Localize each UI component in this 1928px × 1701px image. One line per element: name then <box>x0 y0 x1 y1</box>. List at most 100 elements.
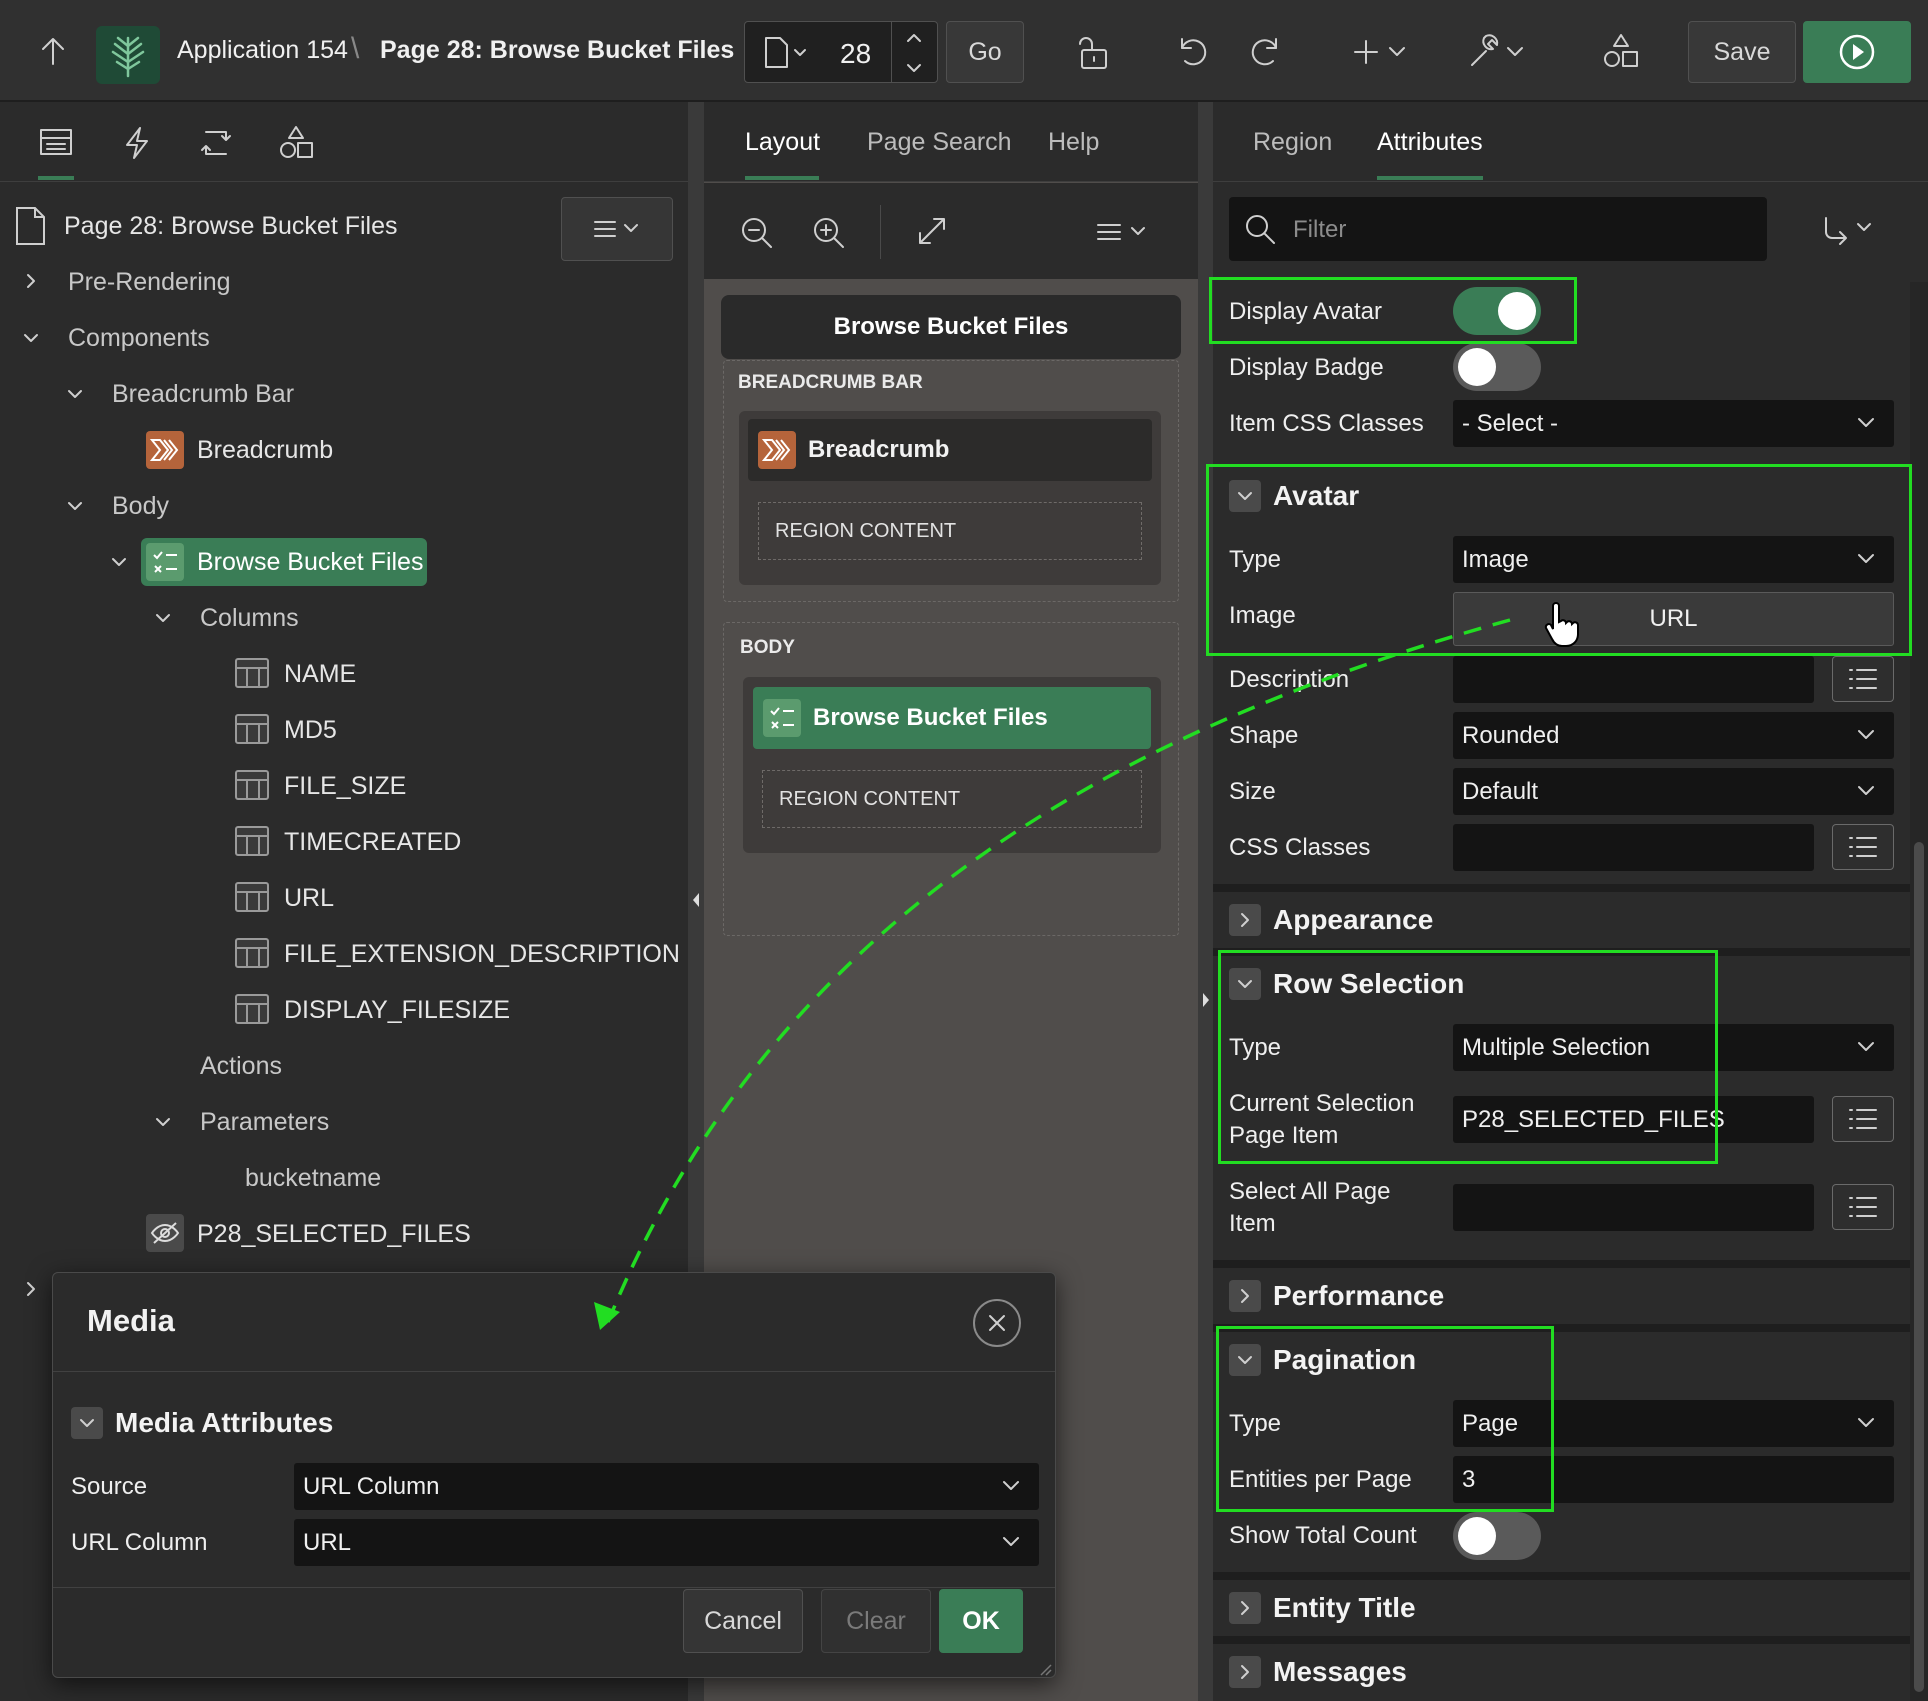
shared-components-tab-icon[interactable] <box>278 124 314 160</box>
tree-column-item[interactable]: FILE_SIZE <box>284 772 406 801</box>
chevron-right-icon[interactable] <box>24 1280 38 1298</box>
tree-column-item[interactable]: DISPLAY_FILESIZE <box>284 996 510 1025</box>
collapse-media-attributes-button[interactable] <box>71 1407 103 1439</box>
column-icon <box>235 770 269 800</box>
utilities-wrench-icon[interactable] <box>1464 32 1528 70</box>
stepper-icon[interactable] <box>905 30 923 76</box>
undo-icon[interactable] <box>1176 34 1210 68</box>
tree-browse-bucket-files-selected[interactable]: Browse Bucket Files <box>141 538 427 586</box>
tree-column-item[interactable]: TIMECREATED <box>284 828 461 857</box>
run-page-button[interactable] <box>1803 21 1911 83</box>
tab-help[interactable]: Help <box>1048 128 1099 157</box>
tree-breadcrumb[interactable]: Breadcrumb <box>197 436 333 465</box>
rendering-tab-icon[interactable] <box>38 126 74 158</box>
entity-title-section-title[interactable]: Entity Title <box>1273 1592 1416 1624</box>
column-icon <box>235 826 269 856</box>
go-to-group-icon[interactable] <box>1820 214 1880 246</box>
tree-column-item[interactable]: NAME <box>284 660 356 689</box>
list-button[interactable] <box>1832 1184 1894 1230</box>
expand-entity-title-button[interactable] <box>1229 1592 1261 1624</box>
page-title: Page 28: Browse Bucket Files <box>380 36 735 64</box>
page-node[interactable]: Page 28: Browse Bucket Files <box>64 212 398 241</box>
tree-components[interactable]: Components <box>68 324 210 353</box>
page-number-input[interactable]: 28 <box>840 38 871 70</box>
tree-bucketname[interactable]: bucketname <box>245 1164 381 1193</box>
processing-icon[interactable] <box>198 126 234 160</box>
avatar-size-select[interactable]: Default <box>1453 768 1894 815</box>
performance-section-title[interactable]: Performance <box>1273 1280 1444 1312</box>
tree-body[interactable]: Body <box>112 492 169 521</box>
save-button[interactable]: Save <box>1688 21 1796 83</box>
create-menu-icon[interactable] <box>1354 38 1410 66</box>
tree-column-item[interactable]: MD5 <box>284 716 337 745</box>
avatar-description-input[interactable] <box>1453 656 1814 703</box>
tree-breadcrumb-bar[interactable]: Breadcrumb Bar <box>112 380 294 409</box>
section-divider <box>1213 1636 1910 1644</box>
tree-actions[interactable]: Actions <box>200 1052 282 1081</box>
expand-icon[interactable] <box>916 215 948 247</box>
app-logo-icon[interactable] <box>96 26 160 84</box>
expand-performance-button[interactable] <box>1229 1280 1261 1312</box>
list-button[interactable] <box>1832 1096 1894 1142</box>
url-column-select[interactable]: URL <box>294 1519 1039 1566</box>
avatar-shape-select[interactable]: Rounded <box>1453 712 1894 759</box>
avatar-size-value: Default <box>1462 777 1539 805</box>
chevron-down-icon[interactable] <box>154 1116 172 1130</box>
item-css-select[interactable]: - Select - <box>1453 400 1894 447</box>
source-select[interactable]: URL Column <box>294 1463 1039 1510</box>
scrollbar-thumb[interactable] <box>1914 842 1924 1692</box>
browse-region-card[interactable]: Browse Bucket Files REGION CONTENT <box>743 677 1161 853</box>
chevron-down-icon[interactable] <box>66 388 84 402</box>
tab-region[interactable]: Region <box>1253 128 1332 157</box>
tree-pre-rendering[interactable]: Pre-Rendering <box>68 268 231 297</box>
display-badge-toggle[interactable] <box>1453 343 1541 391</box>
tree-parameters[interactable]: Parameters <box>200 1108 329 1137</box>
dynamic-actions-icon[interactable] <box>122 126 152 160</box>
scrollbar[interactable] <box>1910 282 1928 1701</box>
page-region-title[interactable]: Browse Bucket Files <box>721 295 1181 359</box>
filter-input[interactable]: Filter <box>1229 197 1767 261</box>
tree-columns[interactable]: Columns <box>200 604 299 633</box>
go-button[interactable]: Go <box>946 21 1024 83</box>
select-all-input[interactable] <box>1453 1184 1814 1231</box>
tree-column-item[interactable]: FILE_EXTENSION_DESCRIPTION <box>284 940 680 969</box>
tab-page-search[interactable]: Page Search <box>867 128 1012 157</box>
tab-attributes[interactable]: Attributes <box>1377 128 1483 157</box>
tab-layout[interactable]: Layout <box>745 128 820 157</box>
redo-icon[interactable] <box>1248 34 1282 68</box>
region-content-slot: REGION CONTENT <box>762 770 1142 828</box>
expand-appearance-button[interactable] <box>1229 904 1261 936</box>
close-icon[interactable] <box>973 1299 1021 1347</box>
cancel-button[interactable]: Cancel <box>683 1589 803 1653</box>
chevron-down-icon[interactable] <box>110 556 128 570</box>
resize-grip-icon[interactable] <box>1037 1661 1053 1677</box>
breadcrumb-region-card[interactable]: Breadcrumb REGION CONTENT <box>739 411 1161 585</box>
shared-components-icon[interactable] <box>1602 32 1640 70</box>
avatar-css-input[interactable] <box>1453 824 1814 871</box>
show-total-count-toggle[interactable] <box>1453 1512 1541 1560</box>
tree-p28-selected-files[interactable]: P28_SELECTED_FILES <box>197 1220 471 1249</box>
app-name-link[interactable]: Application 154 <box>177 36 348 65</box>
list-button[interactable] <box>1832 824 1894 870</box>
chevron-down-icon[interactable] <box>22 332 40 346</box>
tree-column-item[interactable]: URL <box>284 884 334 913</box>
chevron-right-icon[interactable] <box>24 272 38 290</box>
up-arrow-icon[interactable] <box>38 34 68 68</box>
body-label: BODY <box>740 637 795 658</box>
appearance-section-title[interactable]: Appearance <box>1273 904 1433 936</box>
page-selector[interactable]: 28 <box>744 21 938 83</box>
ok-button[interactable]: OK <box>939 1589 1023 1653</box>
item-css-value: - Select - <box>1462 409 1559 437</box>
messages-section-title[interactable]: Messages <box>1273 1656 1407 1688</box>
layout-menu-icon[interactable] <box>1094 219 1150 245</box>
chevron-down-icon[interactable] <box>154 612 172 626</box>
list-button[interactable] <box>1832 656 1894 702</box>
lock-icon[interactable] <box>1076 34 1110 72</box>
expand-messages-button[interactable] <box>1229 1656 1261 1688</box>
zoom-in-icon[interactable] <box>811 215 847 251</box>
zoom-out-icon[interactable] <box>739 215 775 251</box>
clear-button[interactable]: Clear <box>821 1589 931 1653</box>
chevron-down-icon <box>1858 1041 1874 1051</box>
chevron-down-icon[interactable] <box>66 500 84 514</box>
tree-menu-button[interactable] <box>561 197 673 261</box>
